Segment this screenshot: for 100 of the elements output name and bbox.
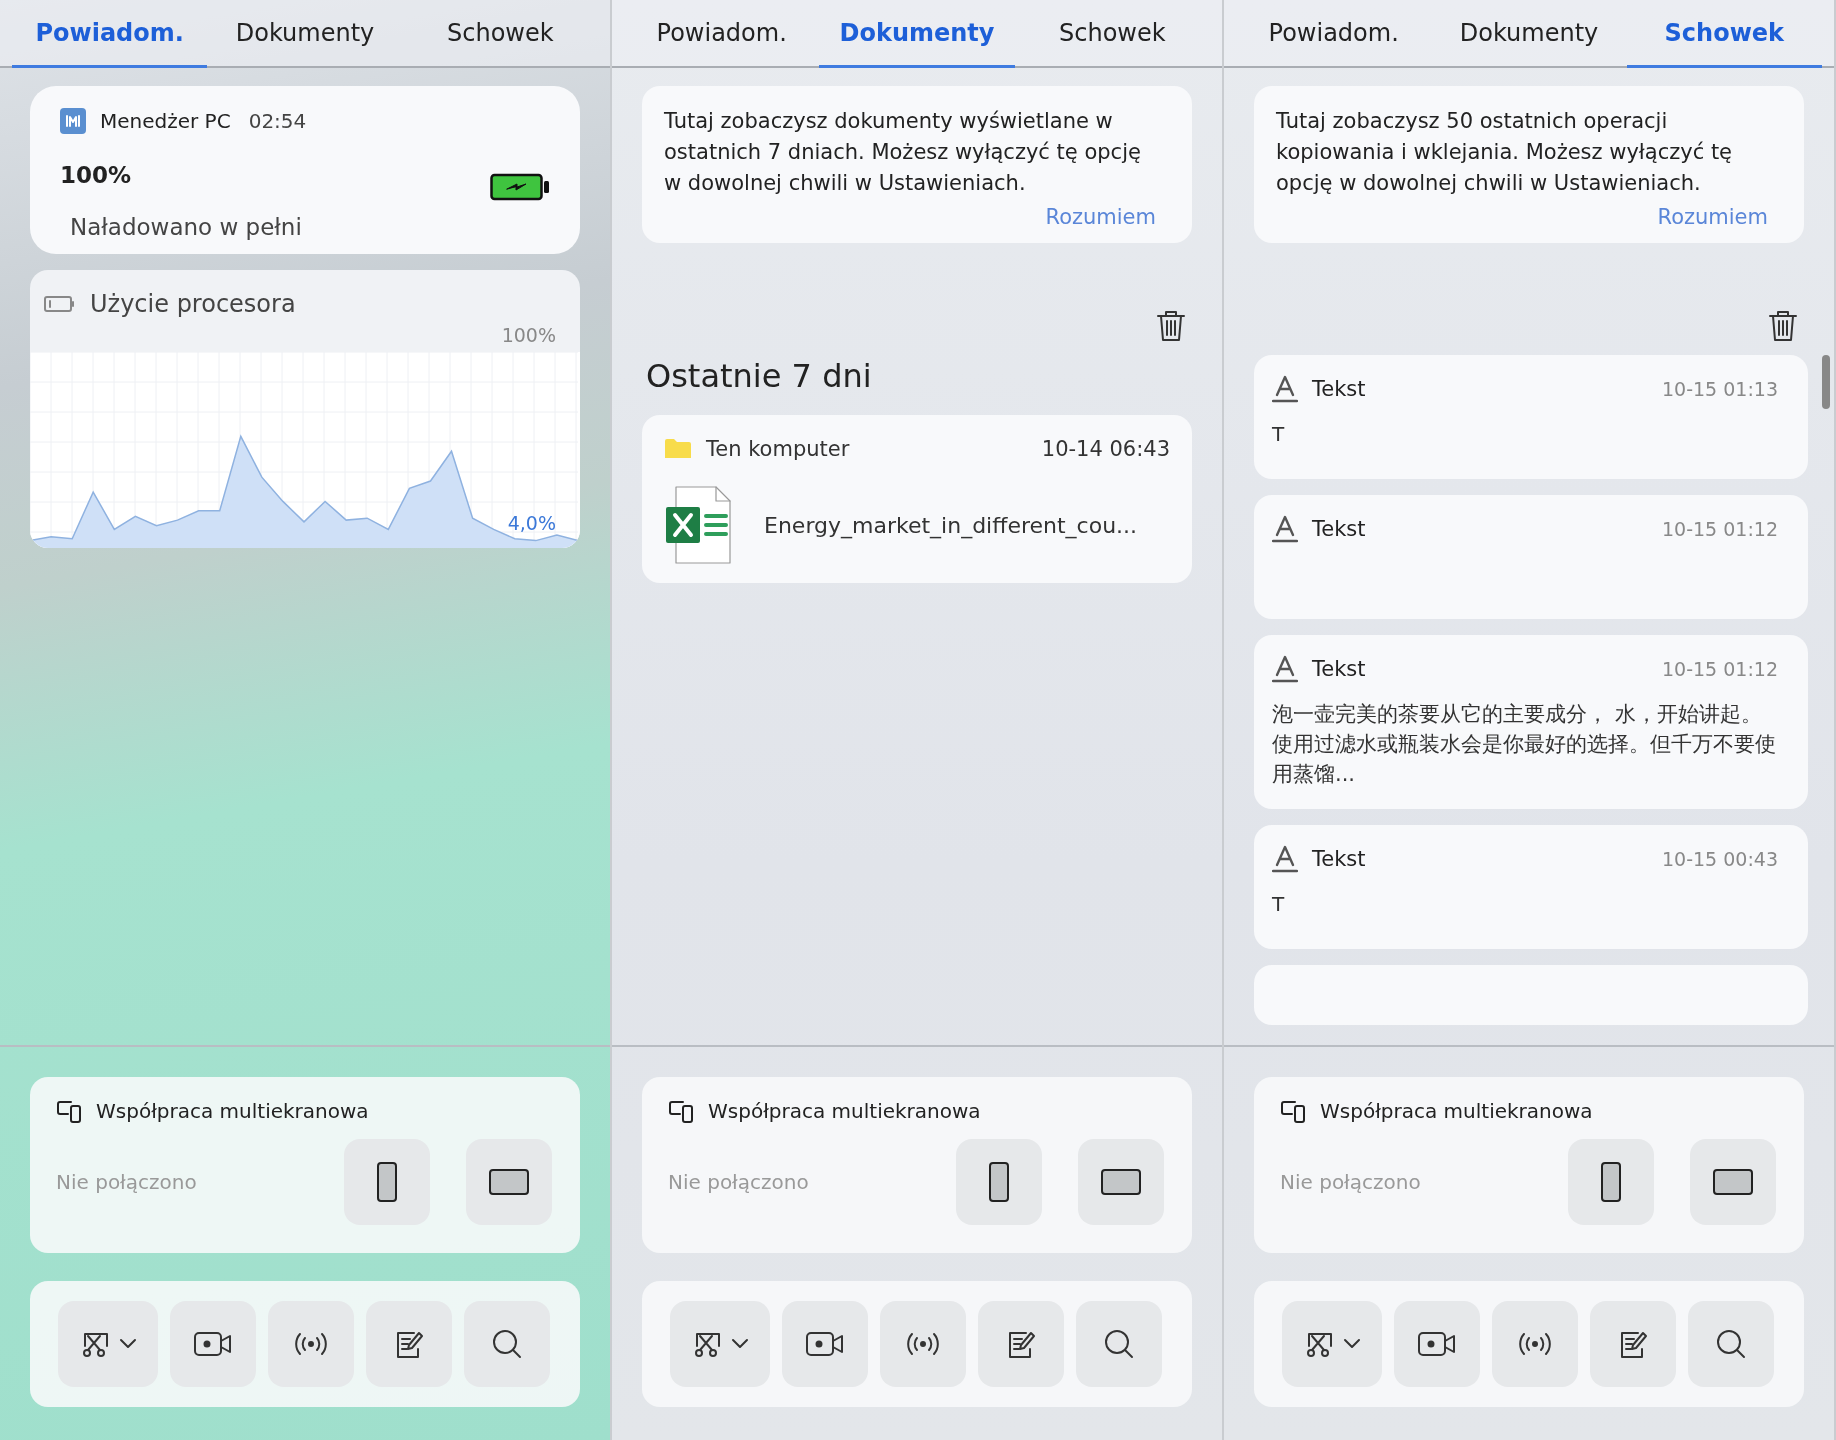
- caret-icon: [1343, 1338, 1361, 1350]
- item-type: Tekst: [1312, 517, 1367, 541]
- tablet-icon: [1712, 1168, 1754, 1196]
- text-format-icon: [1272, 515, 1298, 543]
- notes-button[interactable]: [978, 1301, 1064, 1387]
- scrollbar-thumb[interactable]: [1822, 355, 1830, 409]
- tab[interactable]: Powiadom.: [12, 0, 208, 68]
- tab[interactable]: Dokumenty: [1431, 0, 1627, 68]
- tab[interactable]: Powiadom.: [1236, 0, 1432, 68]
- record-button[interactable]: [1394, 1301, 1480, 1387]
- cpu-usage-title: Użycie procesora: [90, 290, 296, 318]
- tablet-button[interactable]: [466, 1139, 552, 1225]
- devices-icon: [1280, 1099, 1306, 1123]
- screenshot-button[interactable]: [670, 1301, 770, 1387]
- text-format-icon: [1272, 375, 1298, 403]
- notification-time: 02:54: [248, 109, 307, 133]
- cpu-current-value: 4,0%: [507, 512, 556, 534]
- item-time: 10-15 00:43: [1662, 848, 1778, 870]
- screenshot-button[interactable]: [58, 1301, 158, 1387]
- broadcast-icon: [1518, 1331, 1552, 1357]
- battery-percent: 100%: [60, 162, 133, 188]
- broadcast-icon: [294, 1331, 328, 1357]
- clipboard-text: 泡一壶完美的茶要从它的主要成分， 水，开始讲起。使用过滤水或瓶装水会是你最好的选择。但千万不要使用蒸馏...: [1272, 701, 1777, 788]
- broadcast-button[interactable]: [1492, 1301, 1578, 1387]
- note-pencil-icon: [1006, 1329, 1036, 1359]
- item-type: Tekst: [1312, 377, 1367, 401]
- broadcast-button[interactable]: [268, 1301, 354, 1387]
- tablet-button[interactable]: [1078, 1139, 1164, 1225]
- notes-button[interactable]: [366, 1301, 452, 1387]
- search-icon: [1715, 1328, 1747, 1360]
- spreadsheet-file-icon: [664, 485, 734, 565]
- folder-icon: [664, 438, 692, 460]
- clipboard-item[interactable]: Tekst 10-15 01:13 T: [1254, 355, 1808, 479]
- record-button[interactable]: [170, 1301, 256, 1387]
- broadcast-icon: [906, 1331, 940, 1357]
- multiscreen-title: Współpraca multiekranowa: [708, 1099, 981, 1123]
- tablet-button[interactable]: [1690, 1139, 1776, 1225]
- tab[interactable]: Powiadom.: [624, 0, 820, 68]
- info-text: Tutaj zobaczysz dokumenty wyświetlane w ostatnich 7 dniach. Możesz wyłączyć tę opcję w dowolnej chwili w Ustawieniach.: [664, 108, 1142, 197]
- multiscreen-title: Współpraca multiekranowa: [96, 1099, 369, 1123]
- search-icon: [491, 1328, 523, 1360]
- broadcast-button[interactable]: [880, 1301, 966, 1387]
- item-type: Tekst: [1312, 657, 1367, 681]
- search-button[interactable]: [1076, 1301, 1162, 1387]
- connection-status: Nie połączono: [56, 1170, 198, 1194]
- text-format-icon: [1272, 655, 1298, 683]
- max-label: 100%: [501, 324, 556, 346]
- phone-button[interactable]: [1568, 1139, 1654, 1225]
- video-camera-icon: [805, 1331, 845, 1357]
- tab[interactable]: Schowek: [1014, 0, 1210, 68]
- tab[interactable]: Dokumenty: [819, 0, 1015, 68]
- item-type: Tekst: [1312, 847, 1367, 871]
- location-label: Ten komputer: [706, 437, 851, 461]
- tab[interactable]: Schowek: [402, 0, 598, 68]
- tab[interactable]: Dokumenty: [207, 0, 403, 68]
- search-button[interactable]: [464, 1301, 550, 1387]
- notification-message: Naładowano w pełni: [69, 214, 302, 240]
- text-format-icon: [1272, 845, 1298, 873]
- search-button[interactable]: [1688, 1301, 1774, 1387]
- document-time: 10-14 06:43: [1041, 437, 1170, 461]
- battery-outline-icon: [44, 295, 76, 313]
- caret-icon: [731, 1338, 749, 1350]
- caret-icon: [119, 1338, 137, 1350]
- clipboard-item[interactable]: Tekst 10-15 01:12: [1254, 495, 1808, 619]
- note-pencil-icon: [394, 1329, 424, 1359]
- file-item[interactable]: Energy_market_in_different_cou...: [664, 461, 1170, 565]
- record-button[interactable]: [782, 1301, 868, 1387]
- tab[interactable]: Schowek: [1626, 0, 1822, 68]
- video-camera-icon: [1417, 1331, 1457, 1357]
- devices-icon: [668, 1099, 694, 1123]
- note-pencil-icon: [1618, 1329, 1648, 1359]
- app-logo-icon: [60, 108, 86, 134]
- phone-icon: [1600, 1161, 1622, 1203]
- clipboard-item[interactable]: Tekst 10-15 01:12 泡一壶完美的茶要从它的主要成分， 水，开始讲起。使用过滤水或瓶装水会是你最好的选择。但千万不要使用蒸馏...: [1254, 635, 1808, 809]
- search-icon: [1103, 1328, 1135, 1360]
- phone-icon: [988, 1161, 1010, 1203]
- video-camera-icon: [193, 1331, 233, 1357]
- clipboard-text: T: [1272, 421, 1286, 448]
- clipboard-item[interactable]: Tekst 10-15 00:43 T: [1254, 825, 1808, 949]
- item-time: 10-15 01:13: [1662, 378, 1778, 400]
- item-time: 10-15 01:12: [1662, 518, 1778, 540]
- screenshot-button[interactable]: [1282, 1301, 1382, 1387]
- connection-status: Nie połączono: [668, 1170, 810, 1194]
- devices-icon: [56, 1099, 82, 1123]
- app-name: Menedżer PC: [100, 109, 231, 133]
- section-heading: Ostatnie 7 dni: [646, 357, 873, 395]
- item-time: 10-15 01:12: [1662, 658, 1778, 680]
- phone-icon: [376, 1161, 398, 1203]
- phone-button[interactable]: [344, 1139, 430, 1225]
- clipboard-text: T: [1272, 891, 1286, 918]
- tablet-icon: [488, 1168, 530, 1196]
- multiscreen-title: Współpraca multiekranowa: [1320, 1099, 1593, 1123]
- phone-button[interactable]: [956, 1139, 1042, 1225]
- notes-button[interactable]: [1590, 1301, 1676, 1387]
- info-text: Tutaj zobaczysz 50 ostatnich operacji kopiowania i wklejania. Możesz wyłączyć tę opcję w dowolnej chwili w Ustawieniach.: [1276, 108, 1734, 197]
- trash-icon: [1768, 309, 1798, 343]
- trash-icon: [1156, 309, 1186, 343]
- connection-status: Nie połączono: [1280, 1170, 1422, 1194]
- battery-charging-icon: [490, 173, 550, 201]
- tablet-icon: [1100, 1168, 1142, 1196]
